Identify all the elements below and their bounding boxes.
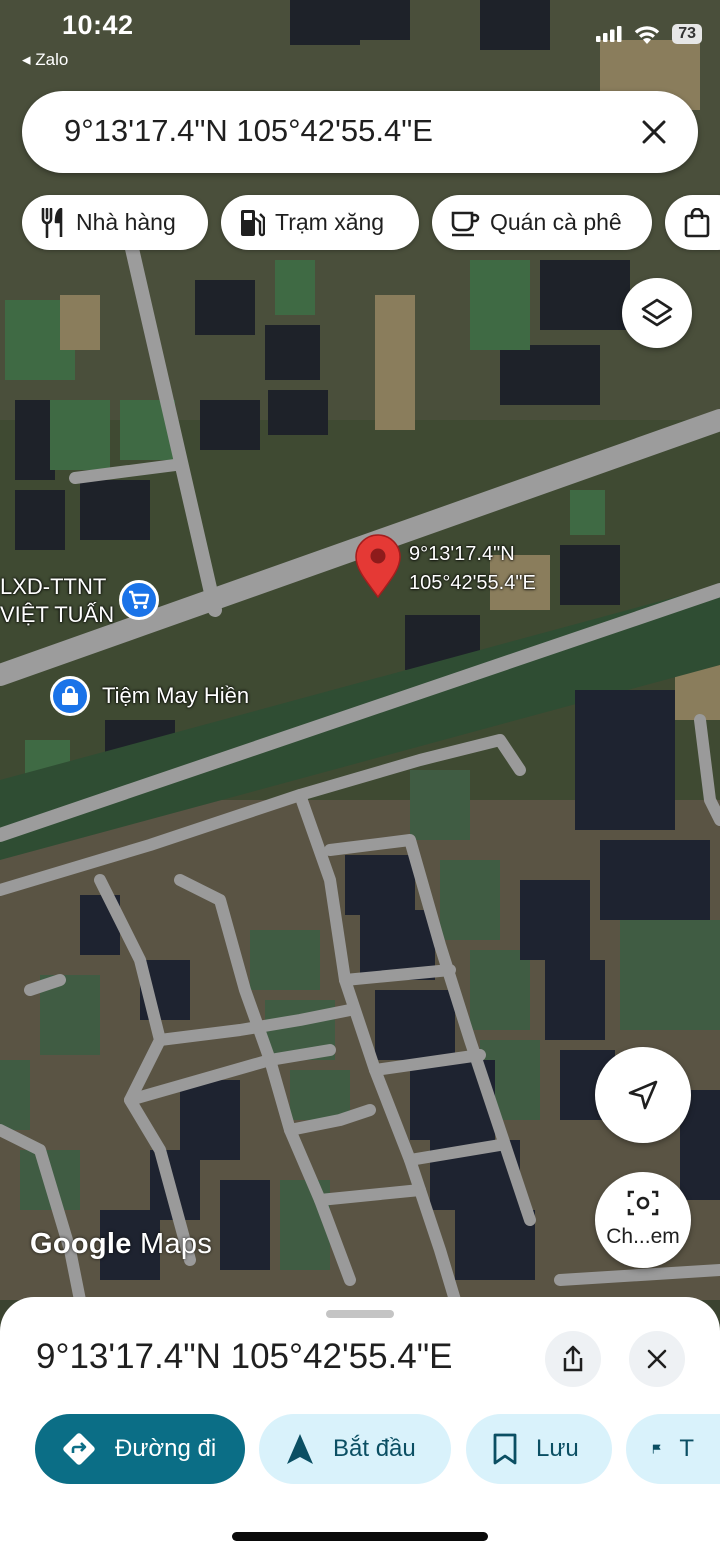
search-clear-button[interactable] — [632, 110, 676, 154]
label-button[interactable]: T — [626, 1414, 720, 1484]
save-button[interactable]: Lưu — [466, 1414, 612, 1484]
pin-label-lat: 9°13'17.4"N — [409, 543, 515, 565]
status-time: 10:42 — [62, 10, 134, 40]
directions-label: Đường đi — [115, 1435, 217, 1462]
poi-shopping-bag-marker[interactable] — [50, 676, 90, 716]
bookmark-icon — [493, 1433, 517, 1465]
search-input[interactable]: 9°13'17.4"N 105°42'55.4"E — [64, 113, 433, 149]
poi-shopping-cart-marker[interactable] — [119, 580, 159, 620]
chip-label: Nhà hàng — [76, 209, 176, 235]
camera-search-button[interactable]: Ch...em — [595, 1172, 691, 1268]
shopping-bag-icon — [684, 207, 710, 237]
directions-icon — [63, 1433, 95, 1465]
chip-label: Trạm xăng — [275, 209, 385, 235]
label-label: T — [679, 1435, 694, 1462]
navigation-icon — [287, 1434, 313, 1464]
pin-label-lng: 105°42'55.4"E — [409, 572, 536, 594]
my-location-button[interactable] — [595, 1047, 691, 1143]
google-maps-logo: Google Maps — [30, 1228, 212, 1261]
chip-label: Quán cà phê — [490, 209, 622, 235]
start-label: Bắt đầu — [333, 1435, 416, 1462]
sheet-title: 9°13'17.4"N 105°42'55.4"E — [36, 1337, 453, 1376]
chip-restaurants[interactable]: Nhà hàng — [22, 195, 208, 250]
home-indicator[interactable] — [232, 1532, 488, 1541]
directions-button[interactable]: Đường đi — [35, 1414, 245, 1484]
flag-icon — [652, 1444, 661, 1454]
logo-google: Google — [30, 1228, 132, 1260]
logo-maps: Maps — [140, 1228, 213, 1260]
coffee-icon — [451, 211, 480, 236]
gas-station-icon — [241, 209, 265, 236]
back-to-zalo-link[interactable]: ◂ Zalo — [22, 50, 68, 70]
camera-search-label: Ch...em — [606, 1225, 680, 1248]
share-button[interactable] — [545, 1331, 601, 1387]
camera-search-icon — [627, 1190, 659, 1216]
status-indicators: 73 — [596, 24, 702, 44]
save-label: Lưu — [536, 1435, 579, 1462]
chip-gas-stations[interactable]: Trạm xăng — [221, 195, 419, 250]
chip-cafes[interactable]: Quán cà phê — [432, 195, 652, 250]
shopping-cart-icon — [129, 590, 150, 609]
chip-shopping[interactable] — [665, 195, 720, 250]
restaurant-icon — [41, 207, 63, 238]
search-bar[interactable]: 9°13'17.4"N 105°42'55.4"E — [22, 91, 698, 173]
navigation-arrow-icon — [628, 1080, 658, 1110]
place-bottom-sheet[interactable]: 9°13'17.4"N 105°42'55.4"E Đường đi Bắt đ… — [0, 1297, 720, 1557]
layers-icon — [641, 298, 673, 327]
layers-button[interactable] — [622, 278, 692, 348]
close-icon — [647, 1349, 667, 1369]
start-navigation-button[interactable]: Bắt đầu — [259, 1414, 451, 1484]
poi-label-tiem-may-hien[interactable]: Tiệm May Hiền — [102, 682, 249, 710]
poi-label-viet-tuan[interactable]: LXD-TTNT VIỆT TUẤN — [0, 573, 114, 629]
sheet-close-button[interactable] — [629, 1331, 685, 1387]
shopping-bag-icon — [62, 686, 78, 705]
sheet-drag-handle[interactable] — [326, 1310, 394, 1318]
pin-coordinates-label: 9°13'17.4"N 105°42'55.4"E — [409, 540, 536, 598]
close-icon — [642, 120, 666, 144]
battery-level: 73 — [672, 24, 702, 44]
signal-icon — [596, 26, 622, 42]
wifi-icon — [635, 25, 660, 44]
share-icon — [563, 1345, 583, 1372]
